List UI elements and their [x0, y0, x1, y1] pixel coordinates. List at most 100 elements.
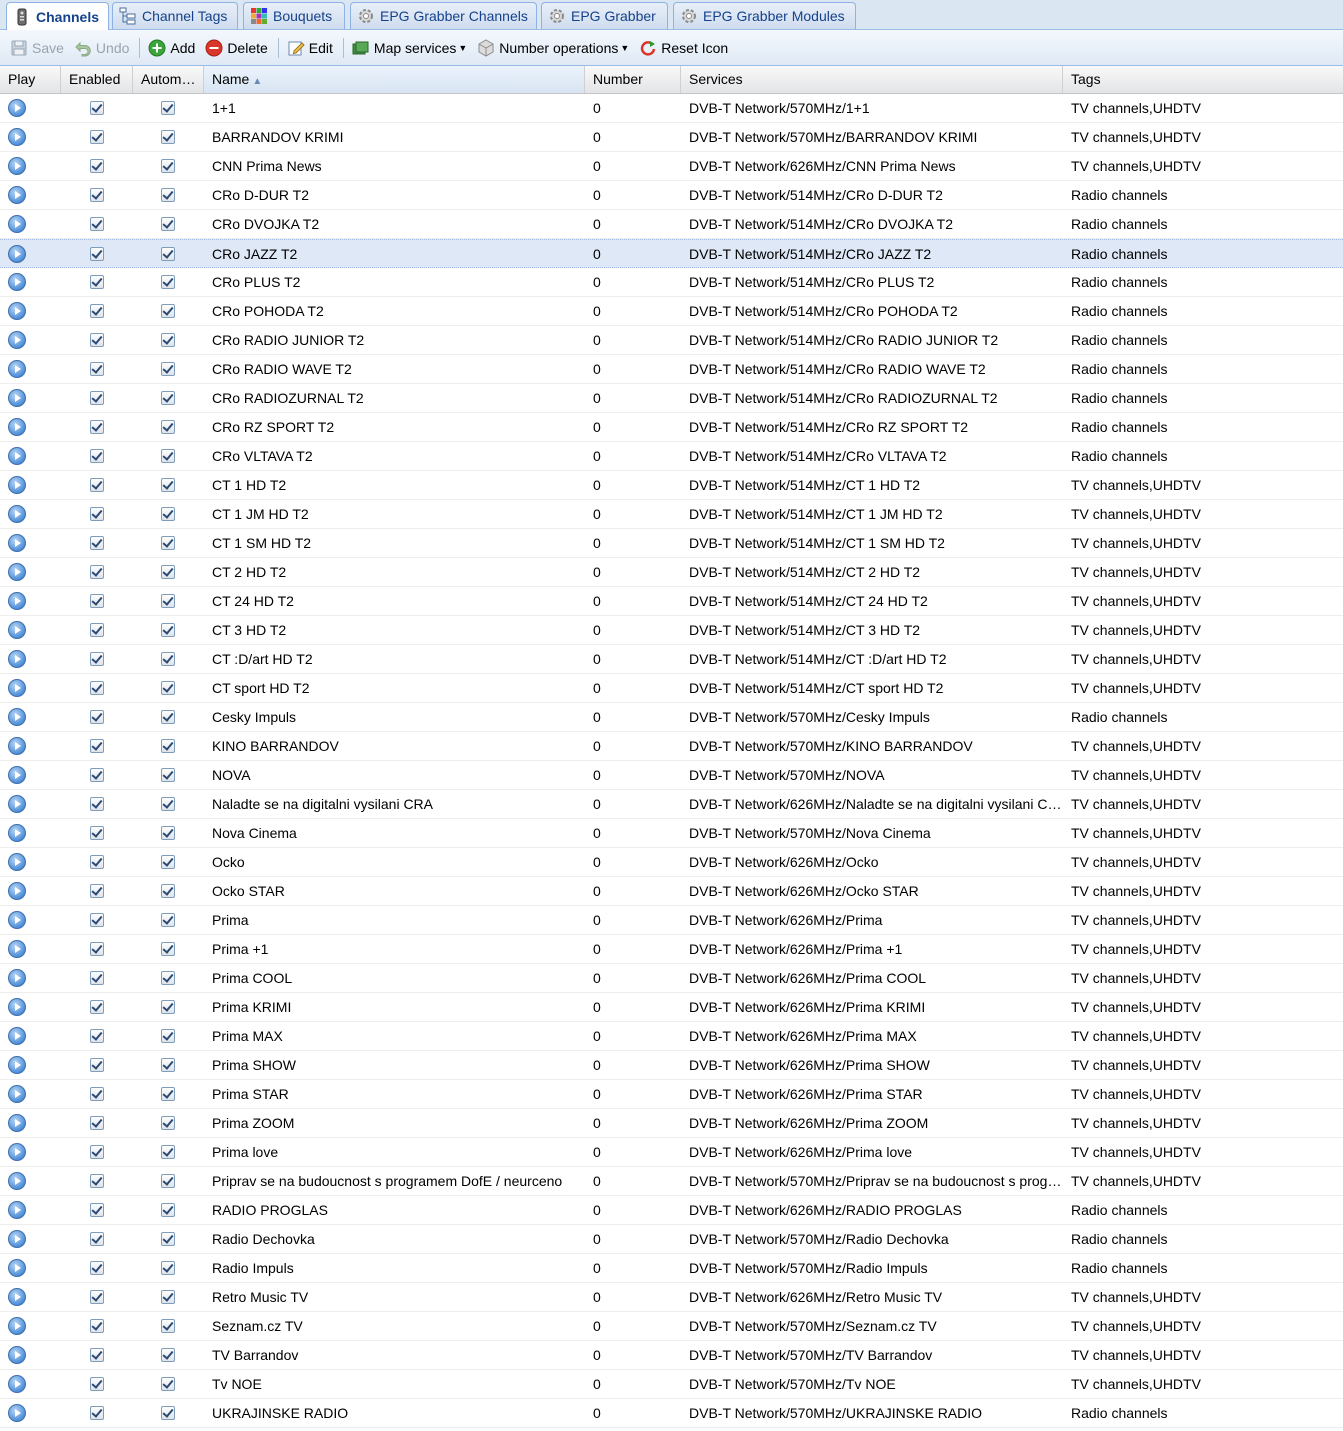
- automatic-checkbox[interactable]: [161, 710, 175, 724]
- play-icon[interactable]: [8, 1375, 26, 1393]
- enabled-checkbox[interactable]: [90, 768, 104, 782]
- column-header-enabled[interactable]: Enabled: [61, 66, 133, 93]
- map-services-button[interactable]: Map services ▼: [348, 35, 471, 61]
- automatic-checkbox[interactable]: [161, 1319, 175, 1333]
- automatic-checkbox[interactable]: [161, 1116, 175, 1130]
- automatic-checkbox[interactable]: [161, 681, 175, 695]
- enabled-checkbox[interactable]: [90, 188, 104, 202]
- tab-epg-grabber-modules[interactable]: EPG Grabber Modules: [673, 2, 856, 29]
- automatic-checkbox[interactable]: [161, 188, 175, 202]
- enabled-checkbox[interactable]: [90, 449, 104, 463]
- table-row[interactable]: Prima COOL 0 DVB-T Network/626MHz/Prima CO…: [0, 964, 1343, 993]
- table-row[interactable]: CT 3 HD T2 0 DVB-T Network/514MHz/CT 3 HD …: [0, 616, 1343, 645]
- automatic-checkbox[interactable]: [161, 1348, 175, 1362]
- automatic-checkbox[interactable]: [161, 1058, 175, 1072]
- play-icon[interactable]: [8, 621, 26, 639]
- automatic-checkbox[interactable]: [161, 1203, 175, 1217]
- table-row[interactable]: CRo DVOJKA T2 0 DVB-T Network/514MHz/CRo D…: [0, 210, 1343, 239]
- table-row[interactable]: KINO BARRANDOV 0 DVB-T Network/570MHz/KINO…: [0, 732, 1343, 761]
- automatic-checkbox[interactable]: [161, 362, 175, 376]
- automatic-checkbox[interactable]: [161, 275, 175, 289]
- enabled-checkbox[interactable]: [90, 1029, 104, 1043]
- play-icon[interactable]: [8, 128, 26, 146]
- enabled-checkbox[interactable]: [90, 1348, 104, 1362]
- tab-epg-grabber-channels[interactable]: EPG Grabber Channels: [350, 2, 537, 29]
- table-row[interactable]: Seznam.cz TV 0 DVB-T Network/570MHz/Seznam…: [0, 1312, 1343, 1341]
- enabled-checkbox[interactable]: [90, 362, 104, 376]
- enabled-checkbox[interactable]: [90, 1232, 104, 1246]
- play-icon[interactable]: [8, 795, 26, 813]
- automatic-checkbox[interactable]: [161, 913, 175, 927]
- enabled-checkbox[interactable]: [90, 739, 104, 753]
- play-icon[interactable]: [8, 360, 26, 378]
- enabled-checkbox[interactable]: [90, 130, 104, 144]
- table-row[interactable]: Prima SHOW 0 DVB-T Network/626MHz/Prima SH…: [0, 1051, 1343, 1080]
- add-button[interactable]: Add: [144, 35, 199, 61]
- enabled-checkbox[interactable]: [90, 478, 104, 492]
- table-row[interactable]: Priprav se na budoucnost s programem Dof…: [0, 1167, 1343, 1196]
- enabled-checkbox[interactable]: [90, 594, 104, 608]
- table-row[interactable]: Prima +1 0 DVB-T Network/626MHz/Prima +1 TV…: [0, 935, 1343, 964]
- enabled-checkbox[interactable]: [90, 1290, 104, 1304]
- play-icon[interactable]: [8, 1027, 26, 1045]
- enabled-checkbox[interactable]: [90, 1000, 104, 1014]
- play-icon[interactable]: [8, 824, 26, 842]
- undo-button[interactable]: Undo: [70, 35, 133, 61]
- play-icon[interactable]: [8, 389, 26, 407]
- table-row[interactable]: Prima STAR 0 DVB-T Network/626MHz/Prima ST…: [0, 1080, 1343, 1109]
- play-icon[interactable]: [8, 418, 26, 436]
- table-row[interactable]: CRo POHODA T2 0 DVB-T Network/514MHz/CRo P…: [0, 297, 1343, 326]
- automatic-checkbox[interactable]: [161, 971, 175, 985]
- column-header-services[interactable]: Services: [681, 66, 1063, 93]
- enabled-checkbox[interactable]: [90, 1377, 104, 1391]
- play-icon[interactable]: [8, 737, 26, 755]
- column-header-name[interactable]: Name ▲: [204, 66, 585, 93]
- enabled-checkbox[interactable]: [90, 1145, 104, 1159]
- automatic-checkbox[interactable]: [161, 478, 175, 492]
- play-icon[interactable]: [8, 882, 26, 900]
- enabled-checkbox[interactable]: [90, 1261, 104, 1275]
- enabled-checkbox[interactable]: [90, 942, 104, 956]
- play-icon[interactable]: [8, 157, 26, 175]
- table-row[interactable]: CRo PLUS T2 0 DVB-T Network/514MHz/CRo PLU…: [0, 268, 1343, 297]
- table-row[interactable]: Nova Cinema 0 DVB-T Network/570MHz/Nova Ci…: [0, 819, 1343, 848]
- table-row[interactable]: TV Barrandov 0 DVB-T Network/570MHz/TV Bar…: [0, 1341, 1343, 1370]
- table-row[interactable]: UKRAJINSKE RADIO 0 DVB-T Network/570MHz/UK…: [0, 1399, 1343, 1428]
- automatic-checkbox[interactable]: [161, 507, 175, 521]
- play-icon[interactable]: [8, 273, 26, 291]
- automatic-checkbox[interactable]: [161, 1232, 175, 1246]
- play-icon[interactable]: [8, 708, 26, 726]
- enabled-checkbox[interactable]: [90, 826, 104, 840]
- automatic-checkbox[interactable]: [161, 536, 175, 550]
- enabled-checkbox[interactable]: [90, 507, 104, 521]
- number-operations-button[interactable]: Number operations ▼: [473, 35, 633, 61]
- automatic-checkbox[interactable]: [161, 1174, 175, 1188]
- play-icon[interactable]: [8, 592, 26, 610]
- table-row[interactable]: BARRANDOV KRIMI 0 DVB-T Network/570MHz/BAR…: [0, 123, 1343, 152]
- table-row[interactable]: Radio Dechovka 0 DVB-T Network/570MHz/Radi…: [0, 1225, 1343, 1254]
- table-row[interactable]: CNN Prima News 0 DVB-T Network/626MHz/CNN …: [0, 152, 1343, 181]
- automatic-checkbox[interactable]: [161, 1000, 175, 1014]
- play-icon[interactable]: [8, 1085, 26, 1103]
- enabled-checkbox[interactable]: [90, 159, 104, 173]
- enabled-checkbox[interactable]: [90, 623, 104, 637]
- play-icon[interactable]: [8, 650, 26, 668]
- table-row[interactable]: Prima love 0 DVB-T Network/626MHz/Prima lo…: [0, 1138, 1343, 1167]
- automatic-checkbox[interactable]: [161, 304, 175, 318]
- play-icon[interactable]: [8, 1172, 26, 1190]
- enabled-checkbox[interactable]: [90, 1087, 104, 1101]
- automatic-checkbox[interactable]: [161, 1406, 175, 1420]
- automatic-checkbox[interactable]: [161, 623, 175, 637]
- automatic-checkbox[interactable]: [161, 1145, 175, 1159]
- table-row[interactable]: CT 1 HD T2 0 DVB-T Network/514MHz/CT 1 HD …: [0, 471, 1343, 500]
- tab-channel-tags[interactable]: Channel Tags: [112, 2, 238, 29]
- play-icon[interactable]: [8, 940, 26, 958]
- play-icon[interactable]: [8, 853, 26, 871]
- play-icon[interactable]: [8, 1201, 26, 1219]
- automatic-checkbox[interactable]: [161, 884, 175, 898]
- enabled-checkbox[interactable]: [90, 855, 104, 869]
- edit-button[interactable]: Edit: [283, 35, 337, 61]
- table-row[interactable]: 1+1 0 DVB-T Network/570MHz/1+1 TV channels,…: [0, 94, 1343, 123]
- play-icon[interactable]: [8, 505, 26, 523]
- automatic-checkbox[interactable]: [161, 652, 175, 666]
